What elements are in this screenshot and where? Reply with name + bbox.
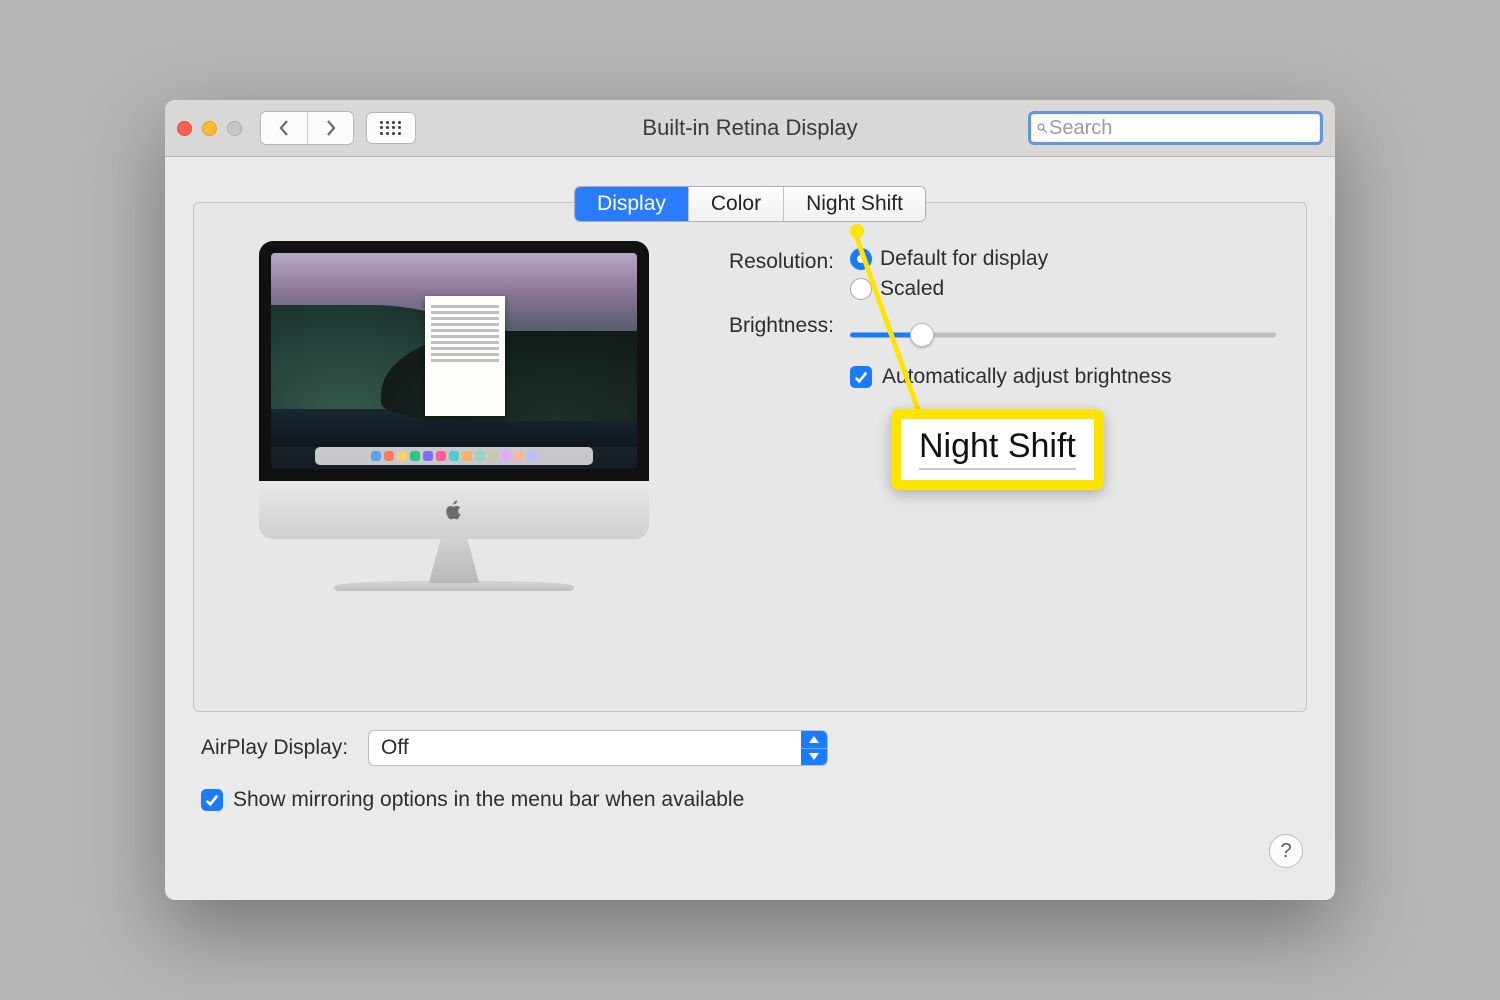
tab-night-shift[interactable]: Night Shift [783,187,925,221]
show-mirroring-option[interactable]: Show mirroring options in the menu bar w… [201,788,1299,812]
chevron-left-icon [277,120,291,136]
titlebar: Built-in Retina Display [165,100,1335,157]
tab-color[interactable]: Color [688,187,783,221]
minimize-button[interactable] [202,121,217,136]
forward-button[interactable] [307,112,353,144]
callout-text: Night Shift [919,427,1076,470]
brightness-label: Brightness: [704,311,834,338]
search-input[interactable] [1049,117,1314,140]
resolution-label: Resolution: [704,247,834,274]
help-button[interactable]: ? [1269,834,1303,868]
grid-icon [380,121,402,135]
checkbox-icon [850,366,872,388]
tab-control: Display Color Night Shift [574,186,926,222]
search-icon [1037,120,1047,136]
content-panel: Display Color Night Shift [193,202,1307,712]
slider-thumb[interactable] [910,323,934,347]
tab-display[interactable]: Display [575,187,688,221]
traffic-lights [177,121,242,136]
select-stepper-icon [801,731,827,765]
show-all-button[interactable] [366,112,416,144]
nav-group [260,111,354,145]
display-preview [234,241,674,711]
airplay-label: AirPlay Display: [201,736,348,760]
chevron-right-icon [324,120,338,136]
checkbox-icon [201,789,223,811]
search-field[interactable] [1028,111,1323,145]
close-button[interactable] [177,121,192,136]
checkbox-label: Automatically adjust brightness [882,365,1171,389]
checkbox-label: Show mirroring options in the menu bar w… [233,788,744,812]
resolution-scaled-option[interactable]: Scaled [850,277,1276,301]
help-symbol: ? [1280,840,1291,863]
zoom-button[interactable] [227,121,242,136]
airplay-select[interactable]: Off [368,730,828,766]
auto-brightness-option[interactable]: Automatically adjust brightness [850,365,1276,389]
back-button[interactable] [261,112,307,144]
apple-logo-icon [443,499,465,521]
radio-label: Scaled [880,277,944,301]
preferences-window: Built-in Retina Display Display Color Ni… [165,100,1335,900]
resolution-default-option[interactable]: Default for display [850,247,1276,271]
imac-illustration [259,241,649,591]
airplay-value: Off [381,736,409,760]
callout-night-shift: Night Shift [891,409,1104,490]
bottom-section: AirPlay Display: Off Show mirroring opti… [165,712,1335,812]
brightness-slider[interactable] [850,323,1276,347]
radio-label: Default for display [880,247,1048,271]
